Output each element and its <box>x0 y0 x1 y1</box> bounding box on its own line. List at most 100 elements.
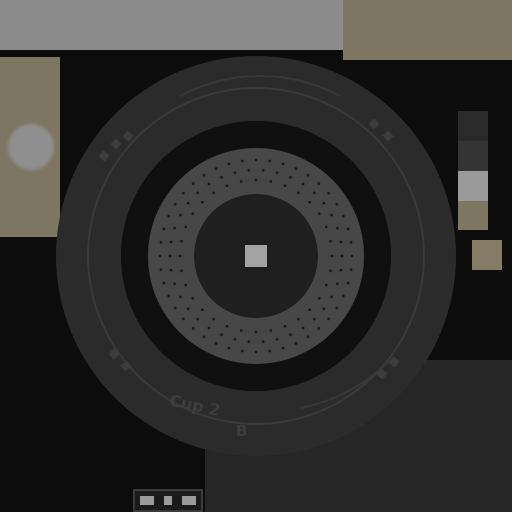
rim-dot <box>301 182 305 186</box>
rim-dot <box>225 324 229 328</box>
rim-dot <box>239 329 243 332</box>
rim-dot <box>254 178 258 182</box>
rim-dot <box>281 162 285 166</box>
rim-dot <box>254 158 258 162</box>
rim-dot <box>283 184 287 188</box>
rim-dot <box>212 191 216 195</box>
rim-dot <box>233 171 237 175</box>
rim-dot <box>169 268 173 272</box>
rim-dot <box>268 159 272 163</box>
rim-dot <box>339 240 343 244</box>
rim-dot <box>191 327 195 330</box>
rim-dot <box>196 317 200 321</box>
rim-dot <box>158 254 162 258</box>
rim-dot <box>335 282 339 286</box>
rim-dot <box>207 182 211 186</box>
bottom-badge <box>133 489 203 512</box>
rim-dot <box>349 240 353 244</box>
rim-dot <box>341 294 345 298</box>
rim-dot <box>191 296 195 300</box>
rim-dot <box>200 308 204 312</box>
rim-dot <box>207 326 211 330</box>
rim-dot <box>212 317 216 321</box>
rim-dot <box>191 212 195 216</box>
rim-dot <box>289 333 292 337</box>
rim-dot <box>308 200 312 204</box>
rim-dot <box>182 317 185 321</box>
rim-dot <box>162 227 166 231</box>
rim-dot <box>322 307 326 311</box>
rim-dot <box>162 281 166 285</box>
rim-dot <box>317 212 321 216</box>
rim-dot <box>275 171 279 175</box>
badge-block-1 <box>140 496 154 505</box>
rim-dot <box>324 283 328 287</box>
rim-dot <box>346 281 350 285</box>
side-strip-segment-3 <box>458 171 488 201</box>
rim-dot <box>308 308 312 312</box>
rim-dot <box>269 180 273 183</box>
side-strip-segment-2 <box>458 141 488 171</box>
rim-dot <box>180 239 183 243</box>
rim-dot <box>329 239 332 243</box>
rim-dot <box>335 202 339 206</box>
rim-dot <box>329 269 332 273</box>
rim-dot <box>335 226 339 230</box>
rim-dot <box>220 333 223 337</box>
tire-graphic: Cup 2 B <box>56 56 456 456</box>
rim-dot <box>233 337 237 341</box>
rim-dot <box>254 350 258 354</box>
rim-dot <box>330 254 334 258</box>
rim-dot <box>180 269 183 273</box>
rim-dot <box>214 341 218 345</box>
rim-dot <box>167 214 171 218</box>
rim-dot <box>202 173 206 177</box>
rim-dot <box>247 340 251 344</box>
rim-dot <box>186 307 190 311</box>
rim-dot <box>167 294 171 298</box>
rim-dot <box>322 201 326 205</box>
rim-dot <box>296 191 300 195</box>
rim-dot <box>239 180 243 183</box>
rim-dot <box>173 202 177 206</box>
rim-dot <box>289 175 292 179</box>
rim-dot <box>191 182 195 185</box>
rim-dot <box>200 200 204 204</box>
side-strip-segment-1 <box>458 111 488 141</box>
badge-block-3 <box>182 496 196 505</box>
rim-dot <box>261 340 265 344</box>
sidewall-badge: B <box>236 422 247 440</box>
rim-dot <box>312 191 316 195</box>
rim-dot <box>196 191 200 195</box>
rim-dot <box>202 335 206 339</box>
rim-dot <box>312 317 316 321</box>
rim-dot <box>173 226 177 230</box>
rim-dot <box>261 168 265 172</box>
rim-dot <box>317 182 321 185</box>
rim-dot <box>330 213 334 217</box>
rim-dot <box>327 317 330 321</box>
rim-dot <box>306 173 310 177</box>
rim-dot <box>294 341 298 345</box>
rim-dot <box>240 349 244 353</box>
rim-dot <box>173 282 177 286</box>
small-khaki-square <box>472 240 502 270</box>
rim-dot <box>178 295 182 299</box>
rim-dot <box>327 191 330 195</box>
rim-dot <box>268 349 272 353</box>
rim-dot <box>317 296 321 300</box>
rim-dot <box>306 335 310 339</box>
rim-dot <box>169 240 173 244</box>
rim-dot <box>247 168 251 172</box>
rim-dot <box>324 225 328 229</box>
rim-dot <box>330 295 334 299</box>
rim-dot <box>173 306 177 310</box>
rim-dot <box>301 326 305 330</box>
rim-dot <box>178 213 182 217</box>
rim-dot <box>220 175 223 179</box>
center-square <box>245 245 267 267</box>
rim-dot <box>335 306 339 310</box>
rim-dot <box>283 324 287 328</box>
rim-dot <box>350 254 354 258</box>
rim-dot <box>159 268 163 272</box>
